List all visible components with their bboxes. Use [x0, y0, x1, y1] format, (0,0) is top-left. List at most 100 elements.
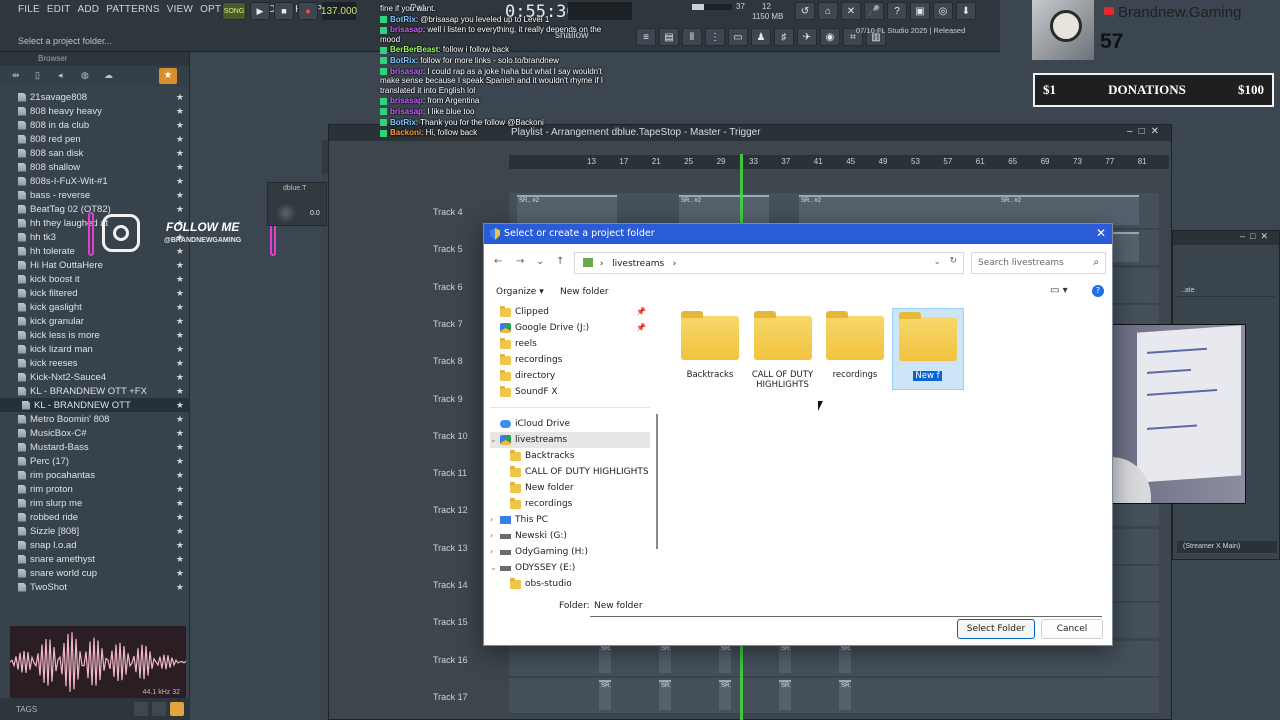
browser-item[interactable]: robbed ride ★ — [0, 510, 190, 524]
quick-access-item[interactable]: Clipped — [500, 304, 549, 320]
favorite-star-icon[interactable]: ★ — [176, 386, 184, 397]
track-label[interactable]: Track 4 — [433, 207, 503, 217]
timeline-ruler[interactable]: 13 17 21 25 29 33 37 41 45 49 53 57 61 65 69 73 77 81 — [509, 155, 1169, 169]
forward-arrow-icon[interactable]: → — [516, 256, 524, 267]
browser-item[interactable]: TwoShot ★ — [0, 580, 190, 594]
cloud-icon[interactable]: ☁ — [104, 70, 118, 82]
browser-item[interactable]: Kick-Nxt2-Sauce4 ★ — [0, 370, 190, 384]
file-icon[interactable]: ▯ — [35, 70, 49, 82]
chevron-right-icon[interactable]: › — [490, 531, 493, 540]
pattern-clip[interactable]: SR.. #2 — [659, 642, 671, 673]
pattern-clip[interactable]: SR.. #2 — [517, 195, 617, 225]
favorite-star-icon[interactable]: ★ — [176, 316, 184, 327]
favorite-star-icon[interactable]: ★ — [176, 162, 184, 173]
browser-item[interactable]: Mustard-Bass ★ — [0, 440, 190, 454]
pattern-clip[interactable]: SR.. #2 — [659, 679, 671, 710]
menu-edit[interactable]: EDIT — [47, 4, 71, 15]
browser-item[interactable]: kick reeses ★ — [0, 356, 190, 370]
quick-access-item[interactable]: recordings — [500, 352, 562, 368]
browser-item[interactable]: KL - BRANDNEW OTT +FX ★ — [0, 384, 190, 398]
browser-item[interactable]: Perc (17) ★ — [0, 454, 190, 468]
refresh-icon[interactable]: ↻ — [949, 256, 957, 266]
browser-item[interactable]: kick boost it ★ — [0, 272, 190, 286]
favorite-star-icon[interactable]: ★ — [176, 358, 184, 369]
up-arrow-icon[interactable]: ↑ — [556, 256, 564, 267]
menu-patterns[interactable]: PATTERNS — [106, 4, 159, 15]
pattern-clip[interactable]: SR.. #2 — [599, 642, 611, 673]
chevron-down-icon[interactable]: ⌄ — [536, 256, 544, 267]
browser-item[interactable]: KL - BRANDNEW OTT ★ — [0, 398, 190, 412]
pattern-clip[interactable]: SR.. #2 — [599, 679, 611, 710]
favorite-star-icon[interactable]: ★ — [176, 498, 184, 509]
search-box[interactable]: Search livestreams ⌕ — [971, 252, 1106, 274]
mixer-icon[interactable]: ⫴ — [682, 28, 702, 46]
favorite-star-icon[interactable]: ★ — [176, 288, 184, 299]
nav-tree-item[interactable]: New folder — [510, 480, 574, 496]
help-icon[interactable]: ? — [1092, 285, 1104, 297]
quick-access-item[interactable]: SoundF X — [500, 384, 558, 400]
playlist-lane[interactable]: SR.. #2 SR.. #2 SR.. #2 SR.. #2 SR.. #2 — [509, 677, 1159, 714]
browser-item[interactable]: kick granular ★ — [0, 314, 190, 328]
pin-icon[interactable]: 📌 — [636, 307, 646, 316]
cancel-button[interactable]: Cancel — [1041, 619, 1103, 639]
favorite-star-icon[interactable]: ★ — [176, 176, 184, 187]
browser-item[interactable]: 808s-I-FuX-Wit-#1 ★ — [0, 174, 190, 188]
pattern-clip[interactable]: SR.. #2 — [839, 642, 851, 673]
chevron-right-icon[interactable]: › — [490, 515, 493, 524]
pattern-clip[interactable]: SR.. #2 — [779, 642, 791, 673]
plugin-icon[interactable]: ♟ — [751, 28, 771, 46]
browser-item[interactable]: snare world cup ★ — [0, 566, 190, 580]
chevron-down-icon[interactable]: ⌄ — [490, 435, 497, 444]
menu-file[interactable]: FILE — [18, 4, 40, 15]
browser-item[interactable]: rim proton ★ — [0, 482, 190, 496]
window-controls[interactable]: –□✕ — [1127, 126, 1165, 137]
stop-button[interactable]: ■ — [274, 2, 294, 20]
nav-tree-item[interactable]: livestreams — [490, 432, 650, 448]
close-icon[interactable]: ✕ — [841, 2, 861, 20]
nav-tree-item[interactable]: obs-studio — [510, 576, 572, 592]
browser-item[interactable]: kick filtered ★ — [0, 286, 190, 300]
trigger-knob[interactable] — [276, 203, 296, 223]
folder-tile[interactable]: New f — [891, 308, 964, 390]
favorite-star-icon[interactable]: ★ — [176, 540, 184, 551]
tempo-display[interactable]: 137.000 — [321, 2, 357, 20]
browser-item[interactable]: snap l.o.ad ★ — [0, 538, 190, 552]
nav-tree-item[interactable]: recordings — [510, 496, 572, 512]
favorite-star-icon[interactable]: ★ — [176, 134, 184, 145]
tags-label[interactable]: TAGS — [16, 705, 37, 714]
song-mode-button[interactable]: SONG — [222, 2, 246, 20]
pattern-clip[interactable]: SR.. #2 — [779, 679, 791, 710]
browser-item[interactable]: 808 in da club ★ — [0, 118, 190, 132]
favorite-star-icon[interactable]: ★ — [176, 428, 184, 439]
quick-access-item[interactable]: directory — [500, 368, 555, 384]
nav-tree-item[interactable]: iCloud Drive — [500, 416, 570, 432]
favorite-star-icon[interactable]: ★ — [176, 442, 184, 453]
metronome-icon[interactable]: ⌂ — [818, 2, 838, 20]
browser-item[interactable]: Metro Boomin' 808 ★ — [0, 412, 190, 426]
undo-icon[interactable]: ↺ — [795, 2, 815, 20]
speaker-icon[interactable]: ◂ — [58, 70, 72, 82]
pattern-clip[interactable]: SR.. #2 — [679, 195, 769, 225]
pattern-clip[interactable]: SR.. #2 — [719, 679, 731, 710]
menu-add[interactable]: ADD — [78, 4, 100, 15]
help-icon[interactable]: ? — [887, 2, 907, 20]
history-dropdown-icon[interactable]: ⌄ — [933, 257, 941, 267]
browser-item[interactable]: snare amethyst ★ — [0, 552, 190, 566]
favorite-star-icon[interactable]: ★ — [176, 414, 184, 425]
menu-view[interactable]: VIEW — [167, 4, 193, 15]
piano-roll-icon[interactable]: ▤ — [659, 28, 679, 46]
favorites-star-icon[interactable]: ★ — [159, 68, 177, 84]
browser-item[interactable]: kick lizard man ★ — [0, 342, 190, 356]
chevron-down-icon[interactable]: ⌄ — [490, 563, 497, 572]
address-bar[interactable]: › livestreams › ⌄ ↻ — [574, 252, 964, 274]
copy-icon[interactable] — [152, 702, 166, 716]
target-icon[interactable]: ◉ — [820, 28, 840, 46]
favorite-star-icon[interactable]: ★ — [176, 148, 184, 159]
quick-access-item[interactable]: Google Drive (J:) — [500, 320, 589, 336]
browser-item[interactable]: rim slurp me ★ — [0, 496, 190, 510]
pattern-clip[interactable]: SR.. #2 — [799, 195, 999, 225]
mic-icon[interactable]: 🎤 — [864, 2, 884, 20]
save-icon[interactable]: ▣ — [910, 2, 930, 20]
folder-tile[interactable]: CALL OF DUTY HIGHLIGHTS — [747, 308, 819, 390]
browser-item[interactable]: rim pocahantas ★ — [0, 468, 190, 482]
